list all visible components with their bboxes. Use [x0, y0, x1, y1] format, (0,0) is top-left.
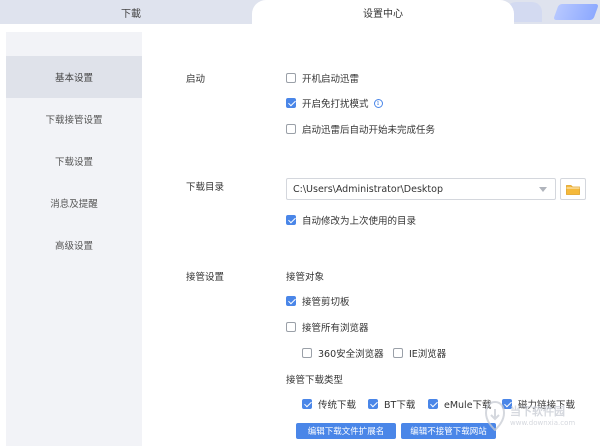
checkbox[interactable]	[393, 348, 403, 358]
option-label: 接管所有浏览器	[302, 323, 369, 334]
option-label: 开启免打扰模式	[302, 99, 369, 110]
tab-settings[interactable]: 设置中心	[252, 0, 514, 24]
watermark-title: 当下软件园	[510, 404, 565, 418]
option-label: 开机启动迅雷	[302, 74, 360, 85]
info-icon[interactable]: i	[373, 98, 383, 108]
startup-option-resume[interactable]: 启动迅雷后自动开始未完成任务	[286, 122, 435, 136]
checkbox[interactable]	[286, 322, 296, 332]
startup-section-label: 启动	[186, 74, 206, 85]
checkbox[interactable]	[286, 98, 296, 108]
browser-option-360[interactable]: 360安全浏览器	[302, 346, 384, 360]
option-label: 自动修改为上次使用的目录	[302, 216, 417, 227]
takeover-target-label: 接管对象	[286, 272, 325, 283]
sidebar-item-notifications[interactable]: 消息及提醒	[6, 182, 142, 224]
checkbox[interactable]	[286, 296, 296, 306]
checkbox[interactable]	[302, 348, 312, 358]
option-label: 启动迅雷后自动开始未完成任务	[302, 125, 436, 136]
checkbox[interactable]	[286, 73, 296, 83]
option-label: BT下载	[384, 400, 416, 411]
sidebar-item-label: 基本设置	[54, 73, 93, 84]
takeover-types-label: 接管下载类型	[286, 375, 344, 386]
option-label: IE浏览器	[409, 349, 447, 360]
sidebar-item-basic[interactable]: 基本设置	[6, 56, 142, 98]
type-option-bt[interactable]: BT下载	[368, 397, 415, 411]
checkbox[interactable]	[286, 215, 296, 225]
tab-settings-label: 设置中心	[363, 8, 403, 20]
watermark-logo-icon	[484, 401, 506, 431]
sidebar-item-advanced[interactable]: 高级设置	[6, 224, 142, 266]
sidebar-item-label: 消息及提醒	[50, 199, 98, 210]
button-label: 编辑不接管下载网站	[410, 427, 487, 437]
chevron-down-icon[interactable]	[539, 187, 547, 192]
takeover-clipboard-option[interactable]: 接管剪切板	[286, 294, 350, 308]
checkbox[interactable]	[286, 124, 296, 134]
checkbox[interactable]	[368, 399, 378, 409]
sidebar: 基本设置 下载接管设置 下载设置 消息及提醒 高级设置	[6, 32, 142, 446]
startup-option-dnd[interactable]: 开启免打扰模式 i	[286, 96, 383, 110]
sidebar-item-label: 高级设置	[54, 241, 93, 252]
checkbox[interactable]	[428, 399, 438, 409]
type-option-emule[interactable]: eMule下载	[428, 397, 492, 411]
sidebar-item-download[interactable]: 下载设置	[6, 140, 142, 182]
tab-bar: 下載 设置中心	[0, 0, 600, 24]
download-dir-section-label: 下载目录	[186, 182, 225, 193]
sidebar-item-takeover[interactable]: 下载接管设置	[6, 98, 142, 140]
option-label: 接管剪切板	[302, 297, 350, 308]
option-label: 传统下载	[318, 400, 357, 411]
auto-change-dir-option[interactable]: 自动修改为上次使用的目录	[286, 213, 416, 227]
sidebar-item-label: 下载接管设置	[45, 115, 103, 126]
watermark: 当下软件园 www.downxia.com	[484, 388, 596, 444]
sidebar-item-label: 下载设置	[54, 157, 93, 168]
takeover-all-browsers-option[interactable]: 接管所有浏览器	[286, 320, 369, 334]
tab-accent-decoration	[553, 4, 599, 20]
option-label: 360安全浏览器	[318, 349, 384, 360]
checkbox[interactable]	[302, 399, 312, 409]
download-path-select[interactable]: C:\Users\Administrator\Desktop	[286, 178, 556, 200]
edit-excluded-sites-button[interactable]: 编辑不接管下载网站	[401, 423, 496, 439]
startup-option-autostart[interactable]: 开机启动迅雷	[286, 71, 359, 85]
button-label: 编辑下载文件扩展名	[307, 427, 385, 437]
watermark-subtitle: www.downxia.com	[510, 419, 576, 428]
browser-option-ie[interactable]: IE浏览器	[393, 346, 446, 360]
takeover-section-label: 接管设置	[186, 272, 225, 283]
tab-download[interactable]: 下載	[0, 0, 262, 24]
folder-icon	[566, 184, 580, 195]
browse-folder-button[interactable]	[560, 178, 586, 200]
edit-extensions-button[interactable]: 编辑下载文件扩展名	[296, 423, 396, 439]
type-option-traditional[interactable]: 传统下载	[302, 397, 356, 411]
download-path-value: C:\Users\Administrator\Desktop	[293, 183, 443, 195]
tab-download-label: 下載	[121, 8, 141, 20]
